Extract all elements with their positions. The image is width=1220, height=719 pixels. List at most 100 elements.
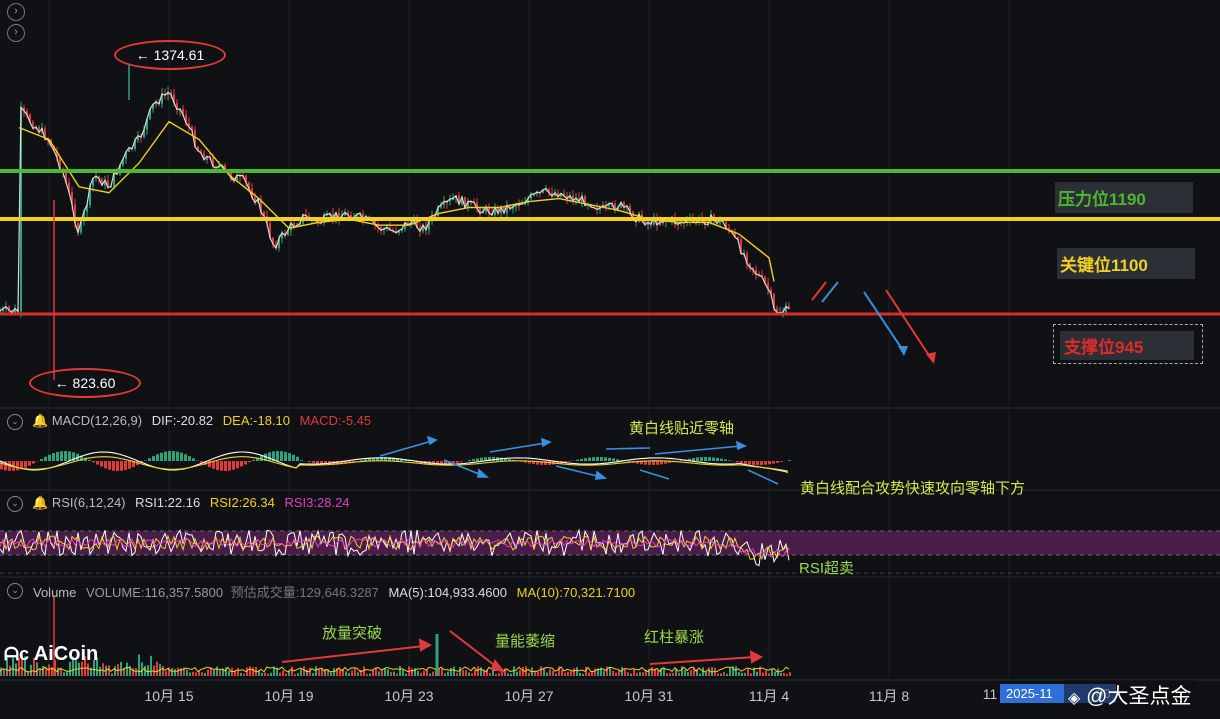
macd-bar: [712, 457, 715, 461]
volume-bar: [606, 666, 608, 676]
volume-bar: [420, 672, 422, 676]
volume-bar: [465, 670, 467, 676]
x-tick: 11月 8: [868, 688, 910, 704]
volume-bar: [561, 669, 563, 676]
aicoin-logo-text: AiCoin: [33, 643, 99, 665]
volume-bar: [786, 673, 788, 676]
macd-bar: [116, 461, 119, 471]
volume-ma5: MA(5):104,933.4600: [388, 585, 507, 600]
volume-bar: [594, 668, 596, 676]
volume-bar: [228, 670, 230, 676]
rsi-name: RSI(6,12,24): [51, 495, 126, 510]
macd-bar: [172, 451, 175, 461]
macd-bar: [188, 456, 191, 461]
volume-bar: [633, 669, 635, 676]
macd-bar: [92, 461, 95, 463]
volume-bar: [399, 666, 401, 676]
resistance-level-label: 压力位1190: [1055, 182, 1193, 213]
rsi-header: 🔔 RSI(6,12,24) RSI1:22.16 RSI2:26.34 RSI…: [32, 495, 350, 511]
volume-bar: [582, 673, 584, 676]
volume-bar: [789, 672, 791, 676]
volume-bar: [279, 672, 281, 676]
rsi3-value: RSI3:28.24: [284, 495, 350, 510]
volume-bar: [402, 669, 404, 676]
macd-bar: [32, 461, 35, 464]
macd-bar: [772, 461, 775, 464]
rsi-annotation-oversold: RSI超卖: [799, 560, 855, 577]
volume-bar: [330, 672, 332, 676]
volume-bar: [174, 669, 176, 676]
volume-bar: [156, 661, 158, 676]
macd-bar: [300, 460, 303, 461]
macd-bar: [756, 461, 759, 465]
volume-bar: [219, 669, 221, 676]
macd-bar: [252, 459, 255, 461]
low-price-callout: ← 823.60: [29, 368, 141, 398]
volume-bar: [723, 671, 725, 676]
low-price-label: ← 823.60: [54, 375, 116, 391]
aicoin-logo-icon: ᗩc: [4, 644, 29, 664]
macd-bar: [700, 457, 703, 461]
volume-bar: [564, 672, 566, 676]
volume-bar: [528, 672, 530, 676]
macd-bar: [236, 461, 239, 469]
volume-bar: [243, 673, 245, 676]
volume-bar: [516, 671, 518, 676]
macd-bar: [660, 461, 663, 465]
macd-bar: [192, 458, 195, 461]
macd-annotation-near-zero: 黄白线贴近零轴: [629, 420, 735, 437]
macd-bar: [656, 461, 659, 465]
volume-bar: [186, 669, 188, 676]
volume-bar: [522, 666, 524, 676]
bell-icon[interactable]: 🔔: [32, 413, 48, 428]
volume-bar: [567, 671, 569, 676]
macd-bar: [760, 461, 763, 465]
chevron-right-icon[interactable]: ›: [7, 3, 25, 21]
macd-bar: [104, 461, 107, 469]
macd-bar: [168, 451, 171, 461]
volume-bar: [471, 673, 473, 676]
macd-bar: [576, 459, 579, 461]
volume-bar: [291, 666, 293, 676]
macd-bar: [184, 454, 187, 461]
volume-bar: [579, 672, 581, 676]
volume-bar: [132, 668, 134, 676]
macd-header: 🔔 MACD(12,26,9) DIF:-20.82 DEA:-18.10 MA…: [32, 413, 371, 429]
macd-bar: [476, 458, 479, 461]
macd-bar: [156, 454, 159, 461]
macd-bar: [568, 461, 571, 462]
volume-bar: [405, 673, 407, 676]
volume-bar: [354, 668, 356, 676]
volume-bar: [651, 667, 653, 676]
macd-bar: [224, 461, 227, 471]
volume-bar: [240, 672, 242, 676]
volume-bar: [708, 667, 710, 676]
volume-bar: [498, 673, 500, 676]
volume-bar: [495, 673, 497, 676]
key-level-text: 关键位1100: [1060, 256, 1148, 275]
volume-bar: [66, 671, 68, 676]
bell-icon[interactable]: 🔔: [32, 495, 48, 510]
volume-bar: [735, 666, 737, 676]
macd-bar: [648, 461, 651, 465]
volume-bar: [738, 672, 740, 676]
volume-bar: [474, 669, 476, 676]
macd-collapse-toggle[interactable]: ⌄: [7, 414, 23, 430]
volume-bar: [300, 669, 302, 676]
volume-bar: [462, 670, 464, 676]
macd-bar: [276, 451, 279, 461]
volume-bar: [345, 671, 347, 676]
volume-collapse-toggle[interactable]: ⌄: [7, 583, 23, 599]
volume-bar: [687, 672, 689, 676]
chevron-right-icon[interactable]: ›: [7, 24, 25, 42]
volume-bar: [270, 672, 272, 676]
volume-bar: [771, 669, 773, 676]
volume-bar: [588, 672, 590, 676]
macd-bar: [160, 452, 163, 461]
macd-bar: [692, 457, 695, 461]
volume-bars: [0, 653, 791, 676]
macd-bar: [720, 458, 723, 461]
volume-bar: [165, 671, 167, 676]
rsi-collapse-toggle[interactable]: ⌄: [7, 496, 23, 512]
macd-bar: [728, 460, 731, 461]
